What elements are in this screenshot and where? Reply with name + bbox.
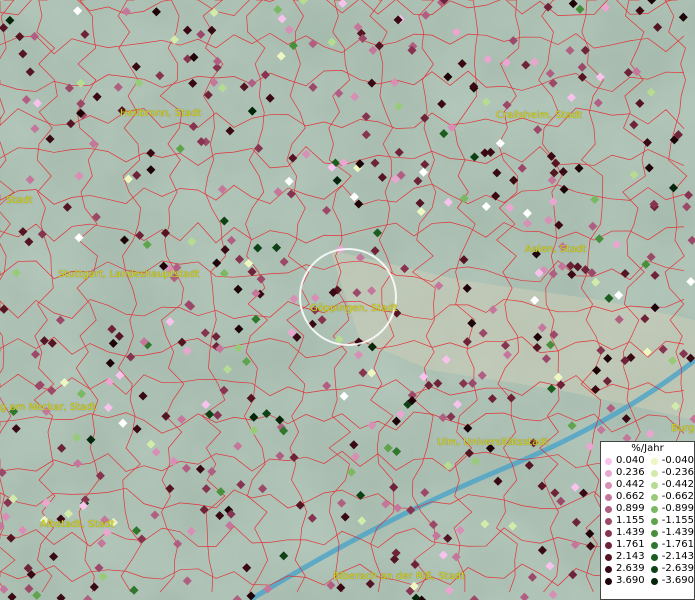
legend-value: 2.639	[616, 563, 645, 574]
legend-value: 0.040	[616, 455, 645, 466]
legend-entry-negative: -0.236	[647, 467, 694, 479]
legend-row: 0.236 -0.236	[601, 467, 694, 479]
legend-row: 2.143 -2.143	[601, 551, 694, 563]
city-label-burg: Burg	[671, 423, 695, 434]
legend-entry-positive: 0.442	[601, 479, 647, 491]
legend-swatch	[605, 553, 612, 561]
city-label-stuttgart: Stuttgart, Landeshauptstadt	[58, 269, 200, 280]
legend-swatch	[605, 457, 612, 465]
legend-value: -2.639	[661, 563, 694, 574]
legend-value: 1.761	[616, 539, 645, 550]
legend-swatch	[605, 481, 612, 489]
legend-row: 1.155 -1.155	[601, 515, 694, 527]
legend-row: 3.690 -3.690	[601, 575, 694, 587]
legend-entry-positive: 3.690	[601, 575, 647, 587]
legend-swatch	[605, 565, 612, 573]
legend-value: -0.662	[661, 491, 694, 502]
legend-entry-negative: -0.899	[647, 503, 694, 515]
city-label-neckar: g am Neckar, Stadt	[0, 402, 97, 413]
terrain-layer	[0, 0, 695, 600]
legend-swatch	[605, 529, 612, 537]
legend-rows: 0.040 -0.040 0.236 -0.236 0.442 -0.442 0.662 -0…	[601, 455, 694, 587]
legend-entry-positive: 0.236	[601, 467, 647, 479]
city-label-albstadt: Albstadt, Stadt	[40, 519, 115, 530]
legend-entry-positive: 1.761	[601, 539, 647, 551]
legend-swatch	[605, 517, 612, 525]
legend-value: -3.690	[661, 575, 694, 586]
city-label-goeppingen: Göppingen, Stadt	[310, 303, 398, 314]
legend-value: -0.236	[661, 467, 694, 478]
legend-value: -1.439	[661, 527, 694, 538]
legend-entry-negative: -0.442	[647, 479, 694, 491]
legend-row: 0.040 -0.040	[601, 455, 694, 467]
legend-row: 0.899 -0.899	[601, 503, 694, 515]
legend-entry-positive: 1.155	[601, 515, 647, 527]
legend-swatch	[651, 517, 658, 525]
city-label-stadt-left: Stadt	[6, 195, 33, 206]
legend-swatch	[605, 469, 612, 477]
legend-swatch	[651, 541, 658, 549]
legend-swatch	[651, 505, 658, 513]
legend-swatch	[605, 493, 612, 501]
city-label-ulm: Ulm, Universitätsstadt	[437, 437, 549, 448]
legend-entry-positive: 0.899	[601, 503, 647, 515]
legend-entry-positive: 0.662	[601, 491, 647, 503]
legend-value: 0.899	[616, 503, 645, 514]
legend-value: 0.662	[616, 491, 645, 502]
legend-value: 3.690	[616, 575, 645, 586]
legend-value: 0.442	[616, 479, 645, 490]
legend-value: 2.143	[616, 551, 645, 562]
legend: %/Jahr 0.040 -0.040 0.236 -0.236 0.442 -0.442…	[600, 441, 695, 600]
legend-entry-negative: -1.761	[647, 539, 694, 551]
legend-swatch	[651, 577, 658, 585]
legend-value: -1.761	[661, 539, 694, 550]
legend-swatch	[605, 577, 612, 585]
legend-value: -0.442	[661, 479, 694, 490]
legend-value: -0.040	[661, 455, 694, 466]
city-label-crailsheim: Crailsheim, Stadt	[496, 110, 583, 121]
legend-value: 0.236	[616, 467, 645, 478]
legend-entry-positive: 2.639	[601, 563, 647, 575]
legend-value: 1.155	[616, 515, 645, 526]
legend-value: -1.155	[661, 515, 694, 526]
legend-row: 0.442 -0.442	[601, 479, 694, 491]
legend-entry-positive: 1.439	[601, 527, 647, 539]
legend-entry-negative: -3.690	[647, 575, 694, 587]
legend-swatch	[651, 565, 658, 573]
legend-row: 1.761 -1.761	[601, 539, 694, 551]
legend-entry-positive: 0.040	[601, 455, 647, 467]
legend-value: -0.899	[661, 503, 694, 514]
legend-swatch	[605, 505, 612, 513]
legend-entry-negative: -2.639	[647, 563, 694, 575]
city-label-aalen: Aalen, Stadt	[525, 244, 587, 255]
city-label-heilbronn: Heilbronn, Stadt	[120, 108, 202, 119]
legend-entry-negative: -0.040	[647, 455, 694, 467]
legend-swatch	[605, 541, 612, 549]
legend-swatch	[651, 529, 658, 537]
legend-entry-negative: -1.155	[647, 515, 694, 527]
legend-swatch	[651, 493, 658, 501]
city-label-biberach: Biberach an der Riß, Stadt	[333, 571, 465, 582]
legend-swatch	[651, 457, 658, 465]
legend-title: %/Jahr	[631, 443, 664, 454]
legend-entry-negative: -0.662	[647, 491, 694, 503]
legend-row: 0.662 -0.662	[601, 491, 694, 503]
legend-swatch	[651, 553, 658, 561]
legend-entry-positive: 2.143	[601, 551, 647, 563]
legend-value: -2.143	[661, 551, 694, 562]
legend-swatch	[651, 469, 658, 477]
legend-row: 1.439 -1.439	[601, 527, 694, 539]
legend-entry-negative: -1.439	[647, 527, 694, 539]
map-viewport[interactable]: Heilbronn, Stadt Crailsheim, Stadt Stadt…	[0, 0, 695, 600]
legend-value: 1.439	[616, 527, 645, 538]
legend-row: 2.639 -2.639	[601, 563, 694, 575]
legend-entry-negative: -2.143	[647, 551, 694, 563]
legend-swatch	[651, 481, 658, 489]
